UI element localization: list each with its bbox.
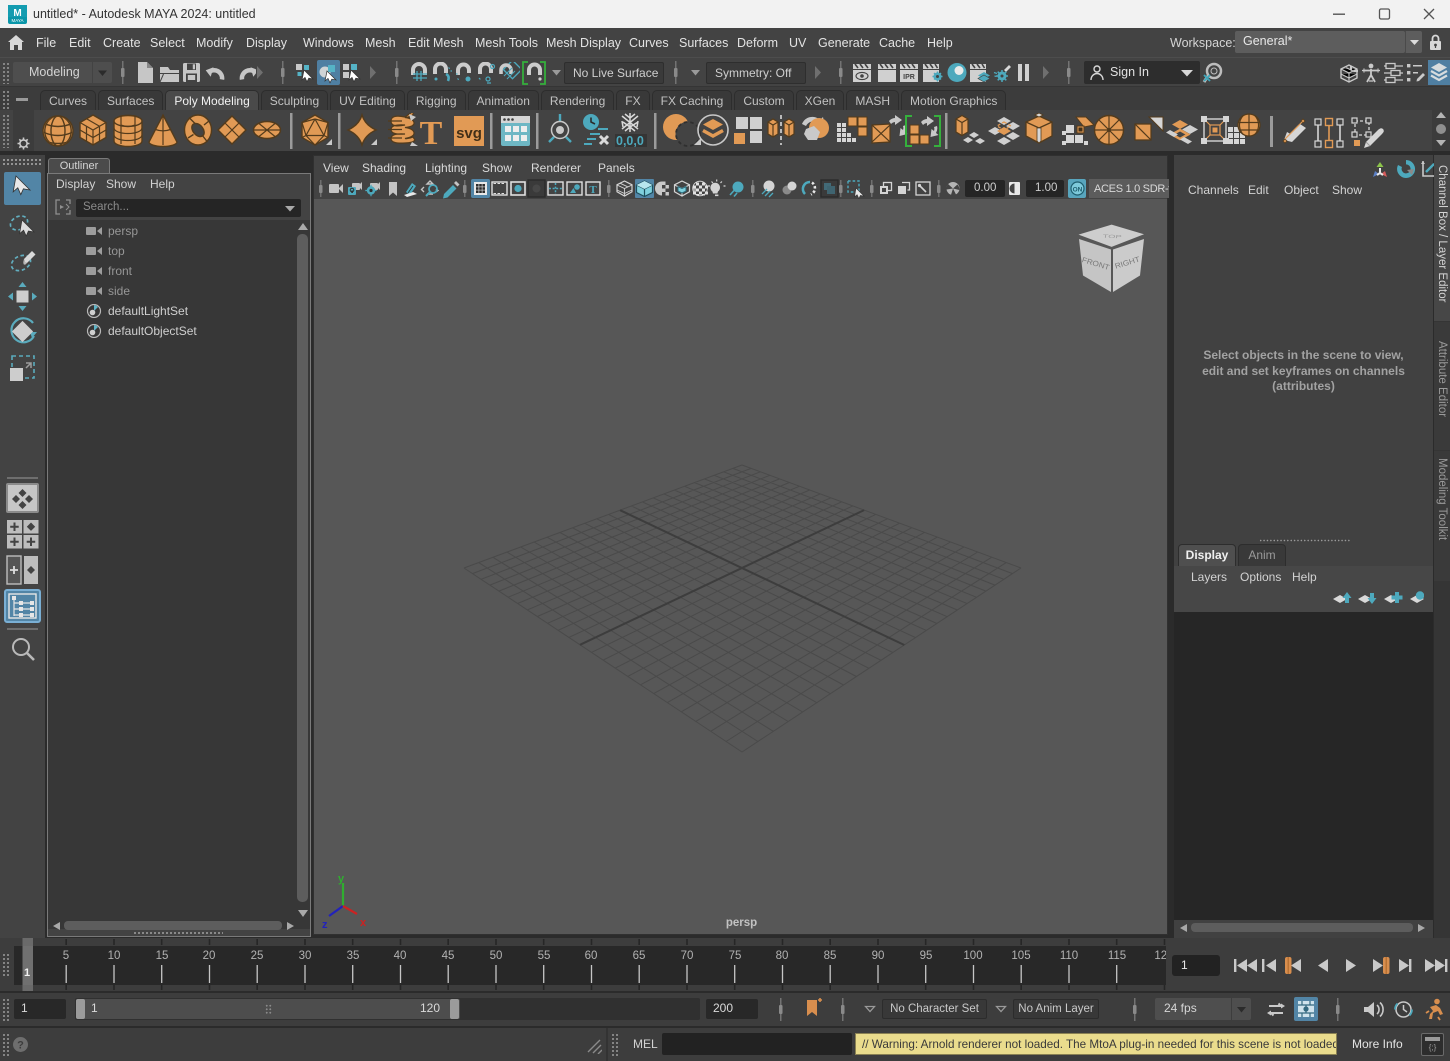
svg-text:MAYA: MAYA [11, 18, 23, 23]
svg-text:60: 60 [585, 950, 598, 962]
svg-text:25: 25 [251, 950, 264, 962]
svg-text:75: 75 [729, 950, 742, 962]
svg-text:?: ? [17, 1040, 24, 1052]
svg-text:35: 35 [347, 950, 360, 962]
svg-text:80: 80 [776, 950, 789, 962]
svg-text:svg: svg [456, 125, 482, 142]
svg-text:IPR: IPR [903, 74, 915, 81]
svg-text:115: 115 [1108, 950, 1126, 962]
svg-text:30: 30 [299, 950, 312, 962]
svg-text:55: 55 [538, 950, 551, 962]
svg-text:90: 90 [872, 950, 885, 962]
svg-text:ON: ON [1073, 187, 1083, 194]
svg-text:5: 5 [63, 950, 69, 962]
svg-text:TOP: TOP [1102, 233, 1122, 239]
svg-text:110: 110 [1060, 950, 1078, 962]
svg-text:T: T [420, 115, 443, 149]
svg-text:70: 70 [681, 950, 694, 962]
svg-text:50: 50 [490, 950, 503, 962]
svg-text:1: 1 [24, 967, 30, 979]
svg-text:45: 45 [442, 950, 455, 962]
svg-text:120: 120 [1154, 950, 1173, 962]
svg-text:15: 15 [156, 950, 169, 962]
svg-text:10: 10 [108, 950, 121, 962]
svg-text:0,0,0: 0,0,0 [616, 134, 644, 148]
svg-text:85: 85 [824, 950, 837, 962]
svg-text:105: 105 [1011, 950, 1030, 962]
svg-text:{;}: {;} [1429, 1043, 1437, 1052]
svg-text:100: 100 [963, 950, 982, 962]
svg-text:65: 65 [633, 950, 646, 962]
svg-text:95: 95 [920, 950, 933, 962]
svg-text:20: 20 [203, 950, 216, 962]
svg-text:y: y [338, 876, 345, 885]
svg-text:T: T [589, 184, 597, 196]
svg-text:40: 40 [394, 950, 407, 962]
